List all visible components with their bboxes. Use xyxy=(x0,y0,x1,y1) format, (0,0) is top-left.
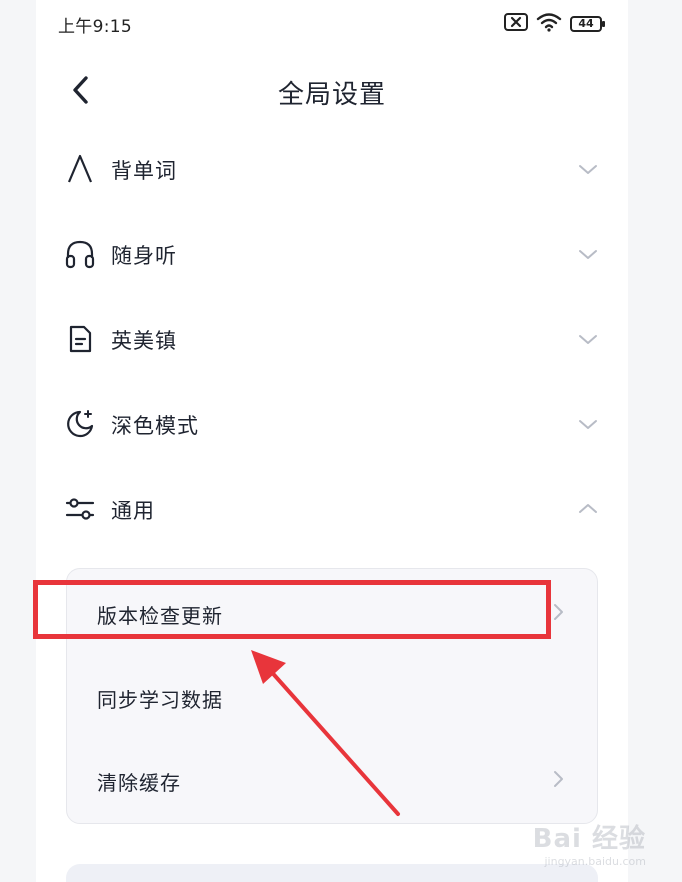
section-listening[interactable]: 随身听 xyxy=(36,219,628,289)
item-label: 同步学习数据 xyxy=(97,688,223,712)
section-label: 随身听 xyxy=(111,244,177,268)
battery-icon: 44 xyxy=(570,16,605,32)
section-label: 英美镇 xyxy=(111,329,177,353)
chevron-right-icon xyxy=(547,601,569,623)
chevron-up-icon xyxy=(576,497,600,521)
section-town[interactable]: 英美镇 xyxy=(36,304,628,374)
status-icons: 44 xyxy=(504,12,605,36)
section-label: 通用 xyxy=(111,499,155,523)
clear-cache-item[interactable]: 清除缓存 xyxy=(67,744,599,816)
page-header: 全局设置 xyxy=(36,60,628,120)
status-bar: 上午9:15 44 xyxy=(36,0,628,46)
wifi-icon xyxy=(536,12,562,36)
general-settings-card: 版本检查更新 同步学习数据 清除缓存 xyxy=(66,568,598,824)
chevron-down-icon xyxy=(576,242,600,266)
page-title: 全局设置 xyxy=(277,80,386,110)
watermark-logo: Bai 经验 xyxy=(532,824,646,854)
section-dark-mode[interactable]: 深色模式 xyxy=(36,389,628,459)
item-label: 版本检查更新 xyxy=(97,604,223,628)
chevron-down-icon xyxy=(576,412,600,436)
headphones-icon xyxy=(64,238,96,270)
document-icon xyxy=(64,323,96,355)
letter-a-icon xyxy=(64,153,96,185)
section-label: 背单词 xyxy=(111,159,177,183)
app-screen: 上午9:15 44 全局设置 背单词 随身听 英美镇 深色模式 通用 版本检查更… xyxy=(36,0,628,882)
chevron-down-icon xyxy=(576,327,600,351)
section-general[interactable]: 通用 xyxy=(36,474,628,544)
chevron-down-icon xyxy=(576,157,600,181)
watermark-url: jingyan.baidu.com xyxy=(544,855,646,868)
status-time: 上午9:15 xyxy=(58,17,132,37)
sliders-icon xyxy=(64,493,96,525)
chevron-right-icon xyxy=(547,768,569,790)
section-vocabulary[interactable]: 背单词 xyxy=(36,134,628,204)
section-label: 深色模式 xyxy=(111,414,199,438)
sync-data-item[interactable]: 同步学习数据 xyxy=(67,661,599,733)
baidu-watermark: Bai 经验 jingyan.baidu.com xyxy=(533,818,646,868)
bottom-card xyxy=(66,864,598,882)
no-sim-icon xyxy=(504,13,528,35)
moon-icon xyxy=(64,408,96,440)
item-label: 清除缓存 xyxy=(97,771,181,795)
check-update-item[interactable]: 版本检查更新 xyxy=(67,577,599,649)
